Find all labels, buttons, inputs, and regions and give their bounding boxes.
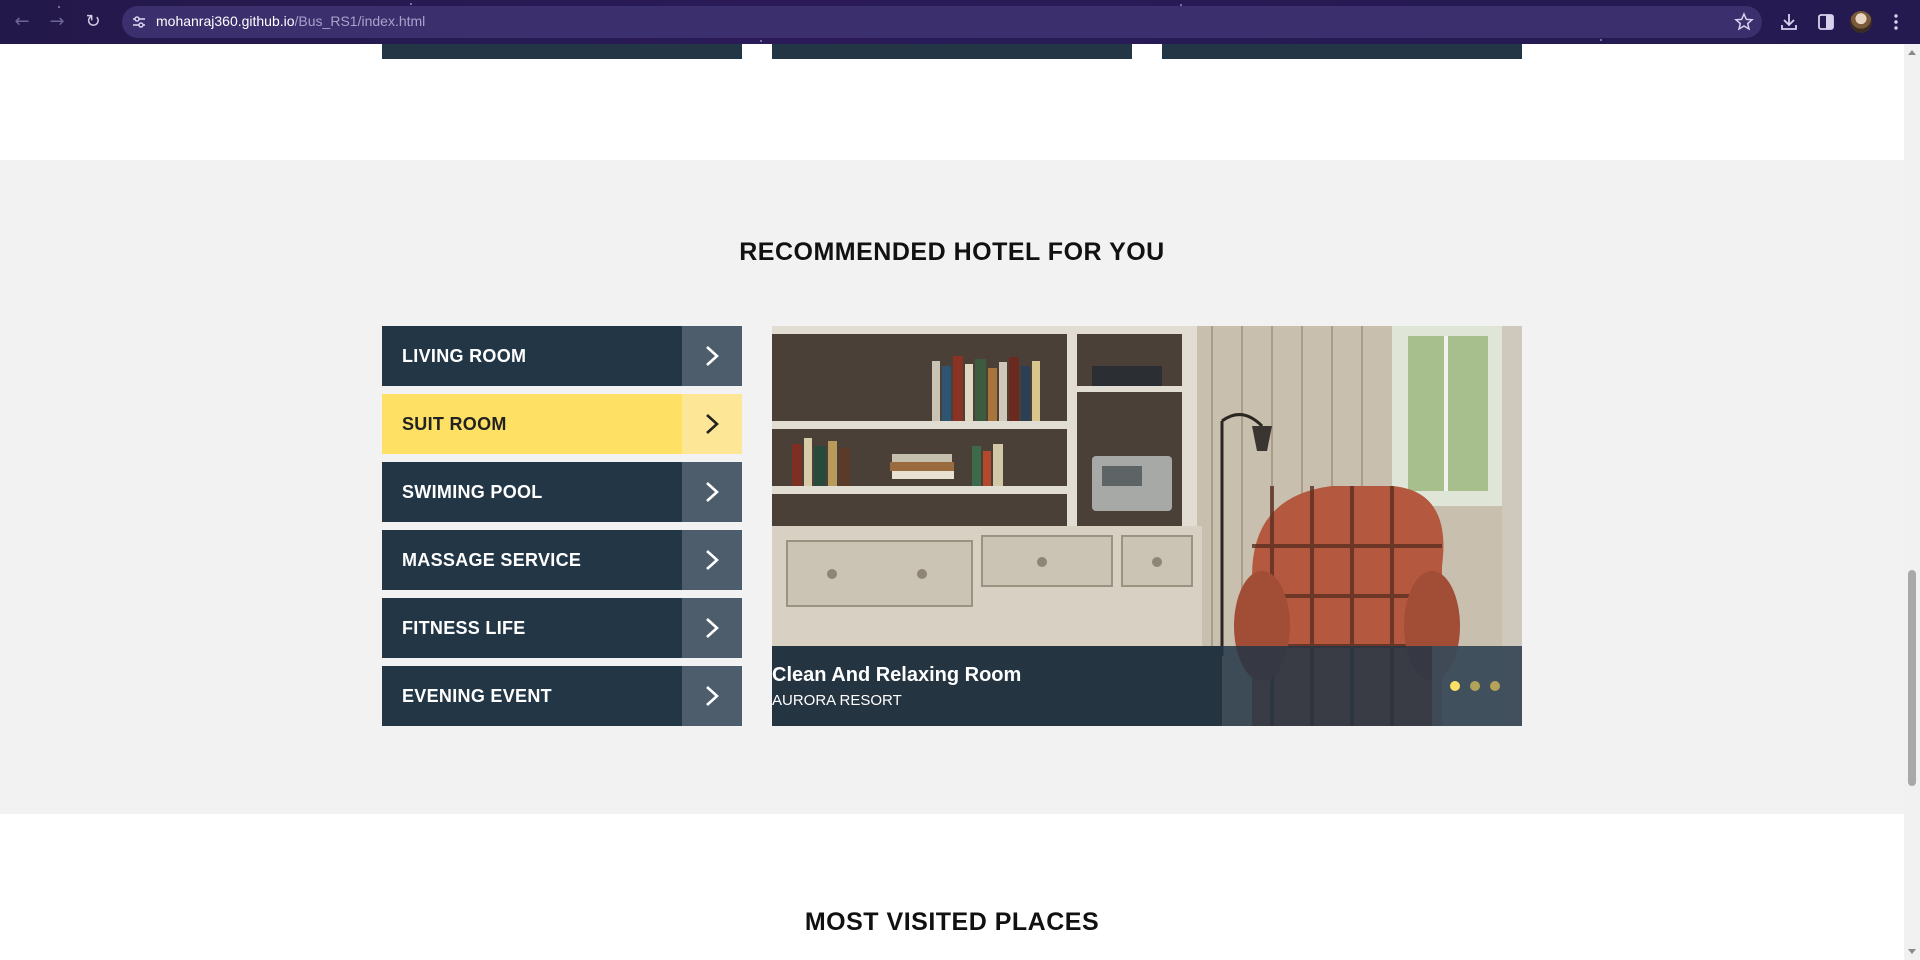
hotel-image-slider[interactable]: Clean And Relaxing Room AURORA RESORT (772, 326, 1522, 726)
menu-item-label: MASSAGE SERVICE (402, 550, 582, 570)
menu-item-suit-room[interactable]: SUIT ROOM (382, 394, 742, 454)
menu-item-living-room[interactable]: LIVING ROOM (382, 326, 742, 386)
scroll-up-icon[interactable] (1908, 50, 1916, 55)
card-bottom (772, 44, 1132, 59)
slide-title: Clean And Relaxing Room (772, 664, 1022, 686)
menu-item-label: LIVING ROOM (402, 346, 527, 366)
url-path: /Bus_RS1/index.html (294, 13, 426, 29)
menu-item-label: EVENING EVENT (402, 686, 552, 706)
back-icon[interactable]: ← (10, 10, 34, 34)
chevron-right-icon (682, 394, 742, 454)
menu-item-label: SWIMING POOL (402, 482, 543, 502)
browser-toolbar: ← → ↻ mohanraj360.github.io/Bus_RS1/inde… (0, 0, 1920, 44)
decor-star (58, 6, 60, 8)
slider-dot-1[interactable] (1450, 681, 1460, 691)
card-bottom (1162, 44, 1522, 59)
section-title-most-visited: MOST VISITED PLACES (804, 908, 1100, 936)
menu-item-swimming-pool[interactable]: SWIMING POOL (382, 462, 742, 522)
slide-caption: Clean And Relaxing Room AURORA RESORT (772, 646, 1432, 726)
page-scrollbar[interactable] (1904, 44, 1920, 960)
site-info-icon[interactable] (130, 13, 148, 31)
chevron-right-icon (682, 326, 742, 386)
menu-item-evening-event[interactable]: EVENING EVENT (382, 666, 742, 726)
page-content: RECOMMENDED HOTEL FOR YOU LIVING ROOM SU… (0, 44, 1904, 960)
menu-item-fitness-life[interactable]: FITNESS LIFE (382, 598, 742, 658)
slide-subtitle: AURORA RESORT (772, 692, 902, 709)
chevron-right-icon (682, 530, 742, 590)
decor-star (760, 40, 762, 42)
chevron-right-icon (682, 598, 742, 658)
chevron-right-icon (682, 666, 742, 726)
menu-item-massage-service[interactable]: MASSAGE SERVICE (382, 530, 742, 590)
slider-pagination (1432, 646, 1522, 726)
section-title: RECOMMENDED HOTEL FOR YOU (739, 238, 1165, 266)
download-icon[interactable] (1778, 11, 1800, 33)
menu-item-label: SUIT ROOM (402, 414, 507, 434)
decor-star (410, 3, 412, 5)
slider-dot-2[interactable] (1470, 681, 1480, 691)
profile-avatar[interactable] (1850, 11, 1872, 33)
address-bar[interactable]: mohanraj360.github.io/Bus_RS1/index.html (122, 6, 1762, 38)
decor-star (1600, 39, 1602, 41)
scroll-down-icon[interactable] (1908, 949, 1916, 954)
url-text[interactable]: mohanraj360.github.io/Bus_RS1/index.html (156, 13, 425, 29)
menu-icon[interactable] (1885, 11, 1907, 33)
card-bottom (382, 44, 742, 59)
scrollbar-thumb[interactable] (1908, 570, 1916, 786)
chevron-right-icon (682, 462, 742, 522)
bookmark-star-icon[interactable] (1734, 12, 1754, 32)
reload-icon[interactable]: ↻ (81, 10, 105, 34)
menu-item-label: FITNESS LIFE (402, 618, 526, 638)
side-panel-icon[interactable] (1815, 11, 1837, 33)
slider-dot-3[interactable] (1490, 681, 1500, 691)
forward-icon[interactable]: → (45, 10, 69, 34)
url-host: mohanraj360.github.io (156, 13, 295, 29)
